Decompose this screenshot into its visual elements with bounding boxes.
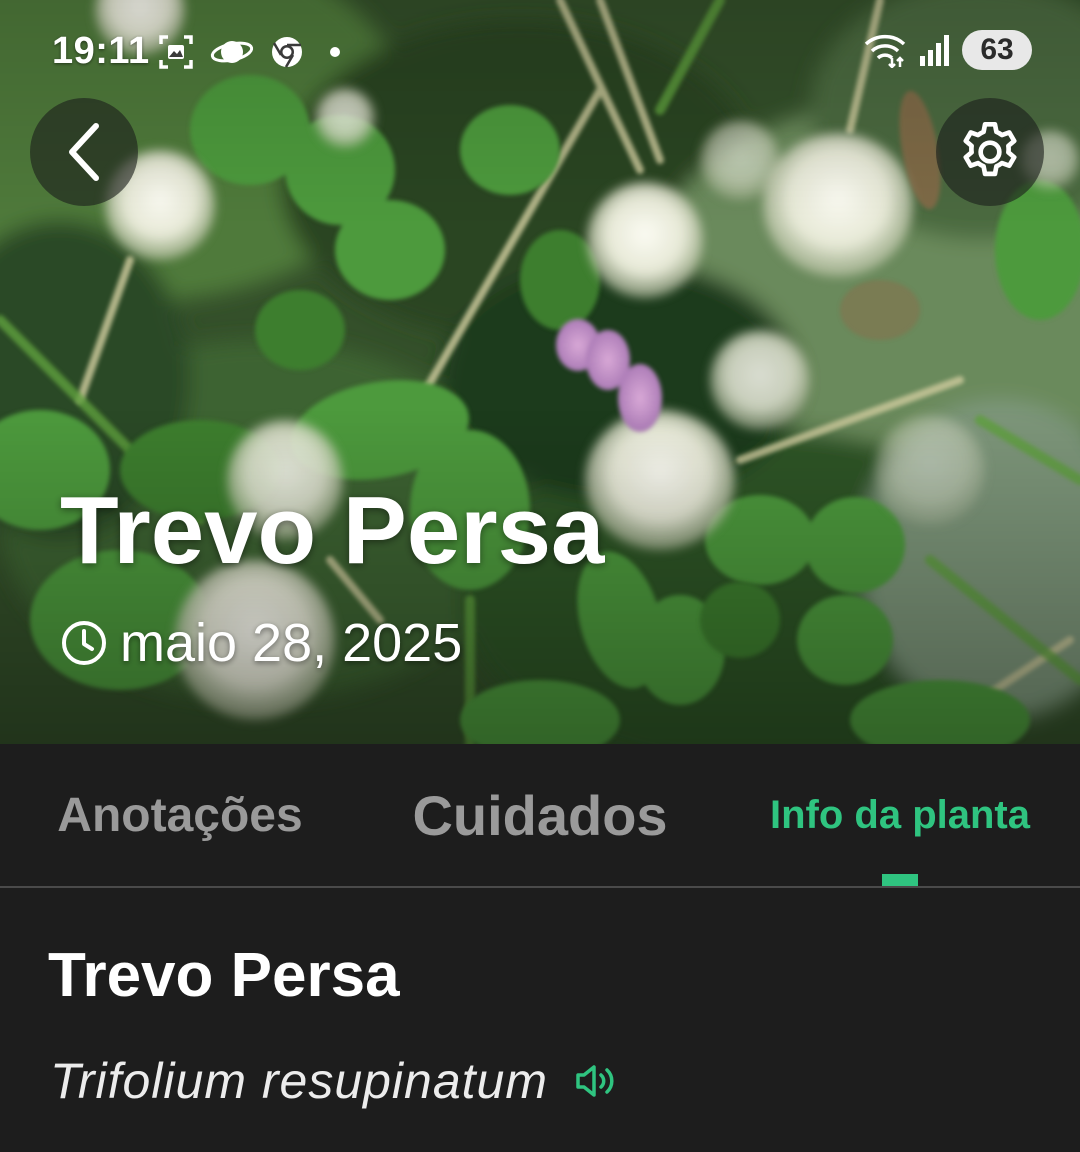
plant-date: maio 28, 2025 <box>60 616 462 670</box>
scientific-name-row: Trifolium resupinatum <box>50 1052 620 1110</box>
settings-button[interactable] <box>936 98 1044 206</box>
gear-icon <box>963 121 1017 177</box>
plant-detail-screen: 19:11 63 Trevo Persa maio 28, 2025 Anota… <box>0 0 1080 1152</box>
system-icons: 63 <box>862 30 1032 70</box>
tab-plant-info-label: Info da planta <box>770 792 1030 837</box>
tab-plant-info[interactable]: Info da planta <box>760 744 1040 886</box>
back-button[interactable] <box>30 98 138 206</box>
signal-icon <box>920 35 949 66</box>
plant-title: Trevo Persa <box>60 477 605 584</box>
common-name: Trevo Persa <box>48 941 400 1010</box>
screenshot-icon <box>159 35 193 69</box>
clock-icon <box>62 621 106 665</box>
tab-care-label: Cuidados <box>412 783 668 847</box>
battery-indicator: 63 <box>962 30 1032 70</box>
chevron-left-icon <box>69 123 99 181</box>
tab-care[interactable]: Cuidados <box>390 744 690 886</box>
dot-icon <box>330 47 340 57</box>
status-time: 19:11 <box>52 30 150 72</box>
tab-bar: Anotações Cuidados Info da planta <box>0 744 1080 886</box>
planet-icon <box>210 41 254 63</box>
chrome-icon <box>272 37 302 68</box>
tab-notes[interactable]: Anotações <box>30 744 330 886</box>
active-tab-indicator <box>882 874 918 886</box>
notification-icons <box>158 34 350 70</box>
status-bar: 19:11 63 <box>0 0 1080 100</box>
tab-notes-label: Anotações <box>57 788 303 842</box>
scientific-name: Trifolium resupinatum <box>50 1053 549 1109</box>
speaker-icon[interactable] <box>574 1061 620 1101</box>
date-text: maio 28, 2025 <box>120 613 463 673</box>
wifi-icon <box>864 34 906 68</box>
tab-divider <box>0 886 1080 888</box>
